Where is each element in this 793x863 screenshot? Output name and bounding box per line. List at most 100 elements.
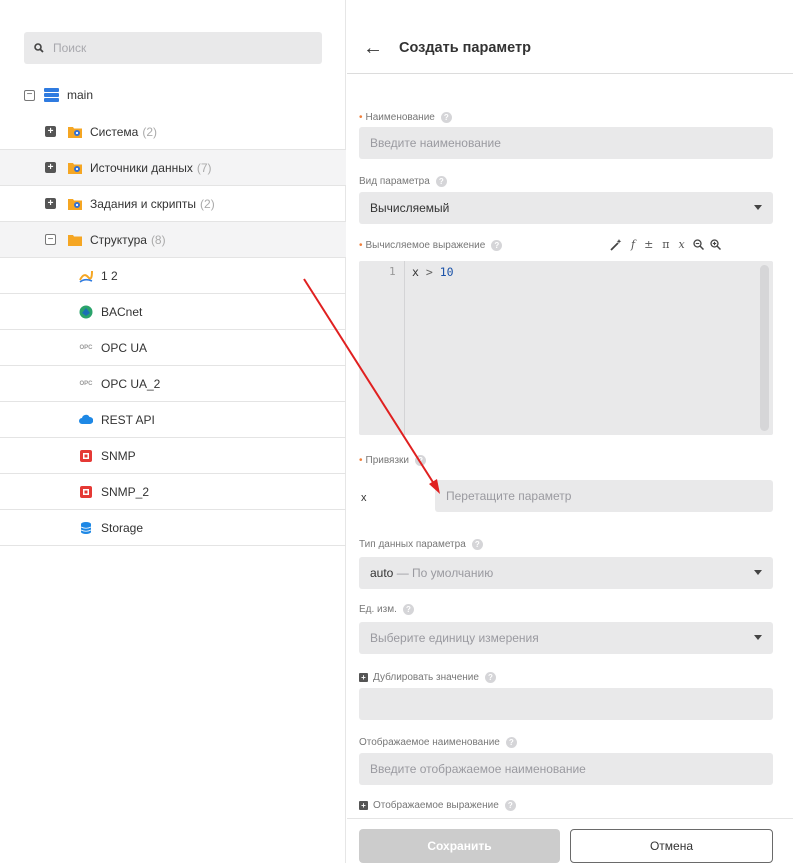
type-label: Вид параметра ? <box>359 176 447 187</box>
name-placeholder: Введите наименование <box>370 136 501 150</box>
tree-group-system[interactable]: + Система (2) <box>0 114 346 150</box>
pi-icon[interactable]: π <box>662 238 669 251</box>
name-field[interactable]: Введите наименование <box>359 127 773 159</box>
tree-item-label: SNMP <box>101 448 136 463</box>
tree-item-label: BACnet <box>101 304 143 319</box>
chart-icon <box>79 270 93 283</box>
help-icon[interactable]: ? <box>415 455 427 466</box>
tree-group-count: (2) <box>200 196 215 211</box>
unit-label-text: Ед. изм. <box>359 604 397 615</box>
form-footer: Сохранить Отмена <box>347 818 793 863</box>
tree-item-label: OPC UA <box>101 340 148 355</box>
search-icon <box>34 43 44 53</box>
help-icon[interactable]: ? <box>471 539 483 550</box>
display-expression-label-text: Отображаемое выражение <box>373 800 499 811</box>
datatype-value: auto <box>370 566 394 580</box>
unit-select[interactable]: Выберите единицу измерения <box>359 622 773 654</box>
expression-label: • Вычисляемое выражение ? <box>359 240 503 251</box>
folder-gear-icon <box>68 127 82 138</box>
back-arrow-icon[interactable]: ← <box>363 38 383 58</box>
function-icon[interactable]: f <box>631 238 635 251</box>
save-button[interactable]: Сохранить <box>359 829 560 863</box>
help-icon[interactable]: ? <box>402 604 414 615</box>
line-number: 1 <box>389 265 396 278</box>
tree-group-label: Структура <box>90 232 147 247</box>
expand-icon[interactable]: + <box>45 198 56 209</box>
display-name-placeholder: Введите отображаемое наименование <box>370 762 586 776</box>
zoom-out-icon[interactable] <box>693 239 704 250</box>
tree-item[interactable]: Storage <box>0 510 346 546</box>
tree-group-structure[interactable]: − Структура (8) <box>0 222 346 258</box>
opc-icon: OPC <box>79 344 93 351</box>
tree-group-label: Источники данных <box>90 160 193 175</box>
code-operator: > <box>425 265 433 279</box>
tree-item[interactable]: 1 2 <box>0 258 346 294</box>
code-number: 10 <box>439 265 454 279</box>
tree-item[interactable]: SNMP <box>0 438 346 474</box>
opc-icon: OPC <box>79 380 93 387</box>
display-name-label-text: Отображаемое наименование <box>359 737 500 748</box>
help-icon[interactable]: ? <box>440 112 452 123</box>
magic-wand-icon[interactable] <box>610 238 622 251</box>
help-icon[interactable]: ? <box>435 176 447 187</box>
bindings-label: • Привязки ? <box>359 455 427 466</box>
tree-group-tasks-scripts[interactable]: + Задания и скрипты (2) <box>0 186 346 222</box>
expand-icon[interactable]: + <box>359 801 368 810</box>
expression-label-text: Вычисляемое выражение <box>365 240 486 251</box>
database-icon <box>80 521 92 534</box>
tree-panel: Поиск − main + Система (2) + Источники да… <box>0 0 346 863</box>
folder-gear-icon <box>68 163 82 174</box>
create-parameter-panel: ← Создать параметр • Наименование ? Введ… <box>347 0 793 863</box>
tree-root-label: main <box>67 88 94 102</box>
expand-icon[interactable]: + <box>45 162 56 173</box>
required-dot-icon: • <box>359 240 363 251</box>
tree-item[interactable]: OPC OPC UA <box>0 330 346 366</box>
unit-placeholder: Выберите единицу измерения <box>370 631 539 645</box>
expression-editor[interactable]: 1 x > 10 <box>359 261 773 435</box>
collapse-icon[interactable]: − <box>24 89 35 101</box>
datatype-label-text: Тип данных параметра <box>359 539 466 550</box>
help-icon[interactable]: ? <box>504 800 516 811</box>
required-dot-icon: • <box>359 112 363 123</box>
help-icon[interactable]: ? <box>491 240 503 251</box>
chevron-down-icon <box>754 570 762 575</box>
tree-item[interactable]: BACnet <box>0 294 346 330</box>
zoom-in-icon[interactable] <box>710 239 721 250</box>
expand-icon[interactable]: + <box>45 126 56 137</box>
datatype-select[interactable]: auto — По умолчанию <box>359 557 773 589</box>
editor-scrollbar[interactable] <box>760 265 769 431</box>
folder-gear-icon <box>68 199 82 210</box>
search-input[interactable]: Поиск <box>24 32 322 64</box>
expand-icon[interactable]: + <box>359 673 368 682</box>
snmp-icon <box>80 449 92 462</box>
tree-item[interactable]: OPC OPC UA_2 <box>0 366 346 402</box>
help-icon[interactable]: ? <box>484 672 496 683</box>
datatype-hint: — По умолчанию <box>396 566 494 580</box>
bindings-label-text: Привязки <box>365 455 410 466</box>
bacnet-icon <box>79 305 93 318</box>
tree-group-count: (7) <box>196 160 212 175</box>
type-label-text: Вид параметра <box>359 176 430 187</box>
tree-item-label: SNMP_2 <box>101 484 150 499</box>
collapse-icon[interactable]: − <box>45 234 56 245</box>
variable-icon[interactable]: x <box>679 238 685 251</box>
tree-item[interactable]: REST API <box>0 402 346 438</box>
code-var: x <box>412 265 419 279</box>
tree-group-label: Система <box>90 124 139 139</box>
cancel-button[interactable]: Отмена <box>570 829 773 863</box>
chevron-down-icon <box>754 635 762 640</box>
type-select[interactable]: Вычисляемый <box>359 192 773 224</box>
tree-item[interactable]: SNMP_2 <box>0 474 346 510</box>
page-title: Создать параметр <box>399 39 531 56</box>
binding-drop-field[interactable]: Перетащите параметр <box>435 480 773 512</box>
cloud-icon <box>79 414 93 424</box>
duplicate-field[interactable] <box>359 688 773 720</box>
tree-root-main[interactable]: − main <box>0 76 346 114</box>
plus-minus-icon[interactable]: ± <box>644 238 653 251</box>
expression-toolbar: f ± π x <box>610 238 721 251</box>
binding-variable: x <box>361 492 367 504</box>
display-name-field[interactable]: Введите отображаемое наименование <box>359 753 773 785</box>
tree-group-data-sources[interactable]: + Источники данных (7) <box>0 150 346 186</box>
tree-item-label: OPC UA_2 <box>101 376 161 391</box>
help-icon[interactable]: ? <box>505 737 517 748</box>
